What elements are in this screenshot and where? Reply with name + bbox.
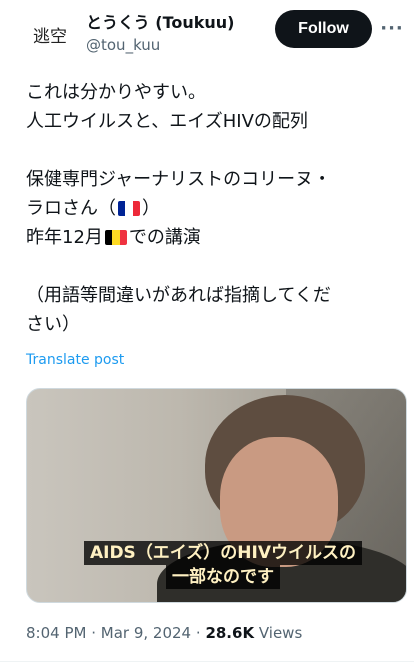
france-flag-icon <box>118 201 140 216</box>
post-line-segment: ） <box>142 198 160 219</box>
divider <box>0 661 414 662</box>
video-thumbnail[interactable]: AIDS（エイズ）のHIVウイルスの 一部なのです <box>26 388 407 603</box>
user-handle[interactable]: @tou_kuu <box>86 36 160 54</box>
post-line: さい） <box>26 314 80 335</box>
caption-line: 一部なのです <box>166 565 280 589</box>
post-header: 逃空 とうくう (Toukuu) @tou_kuu Follow ··· <box>0 0 414 70</box>
post-blank-line <box>26 136 398 165</box>
views-label: Views <box>258 624 303 642</box>
post-line: ラロさん（ ） <box>26 194 398 223</box>
post-line-segment: ラロさん（ <box>26 198 116 219</box>
follow-button[interactable]: Follow <box>275 10 372 48</box>
post-line: 昨年12月 での講演 <box>26 223 398 252</box>
meta-separator: · <box>91 624 101 642</box>
post-text: これは分かりやすい。 人工ウイルスと、エイズHIVの配列 保健専門ジャーナリスト… <box>26 78 398 339</box>
video-caption: AIDS（エイズ）のHIVウイルスの 一部なのです <box>63 541 383 589</box>
post-line-segment: 昨年12月 <box>26 227 103 248</box>
more-horizontal-icon[interactable]: ··· <box>380 18 403 39</box>
meta-separator: · <box>195 624 206 642</box>
post-line: 人工ウイルスと、エイズHIVの配列 <box>26 111 308 132</box>
avatar[interactable]: 逃空 <box>22 14 78 54</box>
post-blank-line <box>26 252 398 281</box>
post-line: 保健専門ジャーナリストのコリーヌ・ <box>26 169 332 190</box>
display-name[interactable]: とうくう (Toukuu) <box>86 9 234 33</box>
views-count: 28.6K <box>205 624 255 642</box>
post-date[interactable]: Mar 9, 2024 <box>101 624 191 642</box>
translate-post-link[interactable]: Translate post <box>26 352 124 368</box>
post-meta: 8:04 PM · Mar 9, 2024 · 28.6K Views <box>26 624 302 642</box>
post-line-segment: での講演 <box>128 227 201 248</box>
belgium-flag-icon <box>104 230 127 245</box>
post-time[interactable]: 8:04 PM <box>26 624 86 642</box>
post-line: （用語等間違いがあれば指摘してくだ <box>26 285 331 306</box>
post-line: これは分かりやすい。 <box>26 82 206 103</box>
caption-line: AIDS（エイズ）のHIVウイルスの <box>83 541 363 565</box>
